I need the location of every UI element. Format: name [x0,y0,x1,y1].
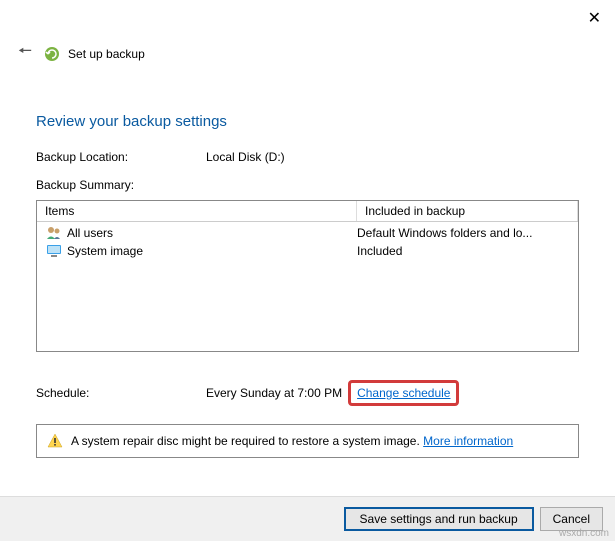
backup-location-value: Local Disk (D:) [206,150,579,164]
close-icon[interactable]: ✕ [588,8,601,28]
save-and-run-button[interactable]: Save settings and run backup [344,507,534,531]
warning-box: A system repair disc might be required t… [36,424,579,458]
monitor-icon [45,243,63,259]
schedule-value: Every Sunday at 7:00 PM [206,386,342,400]
table-header: Items Included in backup [37,201,578,222]
cancel-button[interactable]: Cancel [540,507,603,531]
back-arrow-icon[interactable]: 🠔 [14,40,36,67]
table-body: All users Default Windows folders and lo… [37,222,578,351]
backup-location-label: Backup Location: [36,150,206,164]
row-included: Included [357,244,570,258]
backup-location-row: Backup Location: Local Disk (D:) [36,150,579,164]
backup-summary-table: Items Included in backup All users Defau… [36,200,579,352]
backup-summary-label: Backup Summary: [36,178,579,192]
table-row[interactable]: All users Default Windows folders and lo… [37,224,578,242]
window-title: Set up backup [68,47,145,61]
users-icon [45,225,63,241]
warning-text: A system repair disc might be required t… [71,434,513,448]
content-area: Review your backup settings Backup Locat… [0,75,615,458]
change-schedule-link[interactable]: Change schedule [357,386,450,400]
row-name: System image [63,244,357,258]
more-information-link[interactable]: More information [423,434,513,448]
warning-message: A system repair disc might be required t… [71,434,420,448]
table-row[interactable]: System image Included [37,242,578,260]
warning-icon [47,433,63,449]
schedule-label: Schedule: [36,386,206,400]
col-header-items[interactable]: Items [37,201,357,221]
row-name: All users [63,226,357,240]
highlight-change-schedule: Change schedule [348,380,459,406]
page-heading: Review your backup settings [36,113,579,130]
row-included: Default Windows folders and lo... [357,226,570,240]
schedule-row: Schedule: Every Sunday at 7:00 PM Change… [36,380,579,406]
backup-app-icon [44,46,60,62]
footer-bar: Save settings and run backup Cancel [0,496,615,541]
header-bar: 🠔 Set up backup [0,0,615,75]
col-header-included[interactable]: Included in backup [357,201,578,221]
